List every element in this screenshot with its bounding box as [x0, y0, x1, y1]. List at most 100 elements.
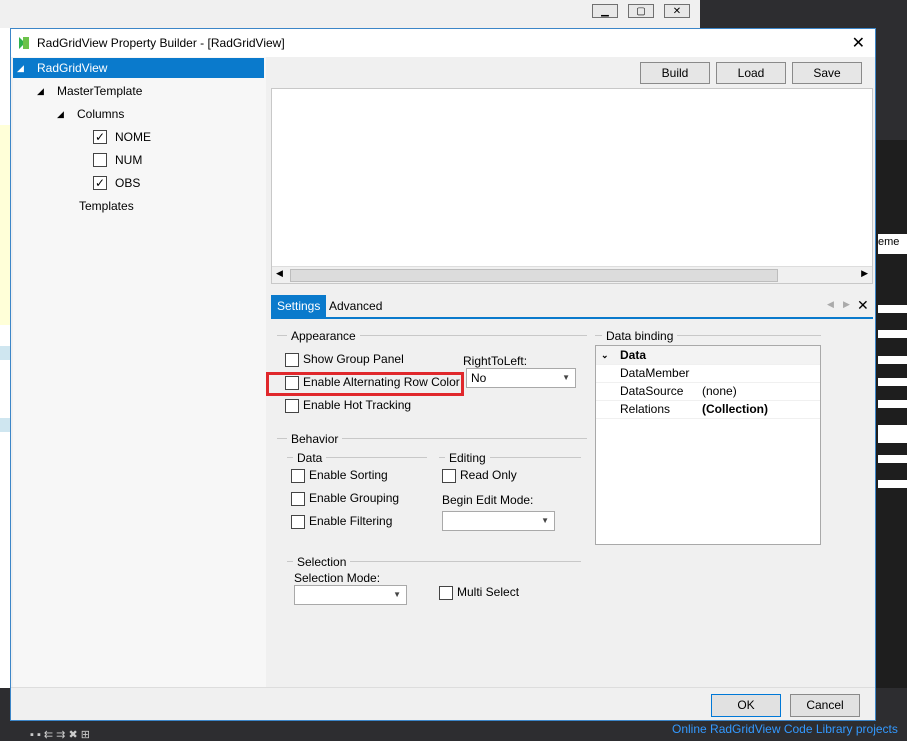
tab-advanced[interactable]: Advanced — [323, 295, 388, 317]
dropdown-arrow-icon[interactable]: ▼ — [562, 369, 570, 387]
option-label: Show Group Panel — [303, 352, 404, 366]
scroll-thumb[interactable] — [290, 269, 778, 282]
property-row-relations[interactable]: Relations (Collection) — [596, 400, 820, 419]
read-only-checkbox[interactable] — [442, 468, 456, 483]
column-checkbox[interactable]: ✓ — [93, 130, 107, 144]
property-category-data[interactable]: ⌄ Data — [596, 346, 820, 365]
rtl-label: RightToLeft: — [463, 354, 528, 368]
enable-filtering-checkbox[interactable] — [291, 514, 305, 529]
rtl-combo[interactable]: No ▼ — [466, 368, 576, 388]
tree-item-mastertemplate[interactable]: ◢ MasterTemplate — [13, 81, 264, 101]
tab-settings[interactable]: Settings — [271, 295, 327, 317]
expand-arrow-icon[interactable]: ◢ — [37, 81, 44, 101]
column-checkbox[interactable] — [93, 153, 107, 167]
property-row-datasource[interactable]: DataSource (none) — [596, 382, 820, 401]
dialog-titlebar: RadGridView Property Builder - [RadGridV… — [11, 29, 875, 57]
property-name: DataSource — [620, 384, 684, 398]
background-editor-edge — [0, 28, 10, 688]
show-group-panel-option[interactable]: Show Group Panel — [285, 352, 404, 367]
scroll-right-icon[interactable]: ▶ — [861, 268, 868, 279]
enable-grouping-option[interactable]: Enable Grouping — [291, 491, 399, 506]
enable-filtering-option[interactable]: Enable Filtering — [291, 514, 392, 529]
cancel-button[interactable]: Cancel — [790, 694, 860, 717]
telerik-logo-icon — [19, 37, 29, 49]
background-stripe — [878, 378, 907, 386]
close-icon[interactable]: ✕ — [664, 4, 690, 18]
read-only-option[interactable]: Read Only — [442, 468, 517, 483]
property-name: DataMember — [620, 366, 690, 380]
enable-grouping-checkbox[interactable] — [291, 491, 305, 506]
scroll-left-icon[interactable]: ◀ — [276, 268, 283, 279]
rtl-value: No — [471, 371, 487, 385]
load-button[interactable]: Load — [716, 62, 786, 84]
restore-icon[interactable]: ▢ — [628, 4, 654, 18]
begin-edit-mode-label: Begin Edit Mode: — [442, 493, 534, 507]
dropdown-arrow-icon[interactable]: ▼ — [541, 512, 549, 530]
tab-next-icon[interactable]: ▶ — [843, 299, 850, 310]
build-button[interactable]: Build — [640, 62, 710, 84]
data-binding-property-grid: ⌄ Data DataMember DataSource (none) Rela… — [595, 345, 821, 545]
begin-edit-mode-combo[interactable]: ▼ — [442, 511, 555, 531]
background-stripe — [878, 330, 907, 338]
property-builder-dialog: RadGridView Property Builder - [RadGridV… — [10, 28, 876, 721]
option-label: Enable Grouping — [309, 491, 400, 505]
hot-tracking-option[interactable]: Enable Hot Tracking — [285, 398, 411, 413]
background-right-panel — [875, 140, 907, 700]
ok-button[interactable]: OK — [711, 694, 781, 717]
option-label: Read Only — [460, 468, 517, 482]
option-label: Enable Filtering — [309, 514, 393, 528]
multi-select-checkbox[interactable] — [439, 585, 453, 600]
background-stripe — [878, 455, 907, 463]
tree-item-label: RadGridView — [37, 61, 108, 75]
dialog-close-icon[interactable]: ✕ — [852, 33, 865, 53]
background-highlight — [0, 125, 10, 325]
data-binding-group-title: Data binding — [602, 329, 678, 343]
save-button[interactable]: Save — [792, 62, 862, 84]
collapse-chevron-icon[interactable]: ⌄ — [601, 346, 609, 364]
expand-arrow-icon[interactable]: ◢ — [57, 104, 64, 124]
dialog-title: RadGridView Property Builder - [RadGridV… — [37, 36, 285, 50]
tree-item-columns[interactable]: ◢ Columns — [13, 104, 264, 124]
property-value[interactable]: (none) — [702, 382, 737, 400]
tab-close-icon[interactable]: ✕ — [857, 297, 869, 314]
tab-prev-icon[interactable]: ◀ — [827, 299, 834, 310]
annotation-highlight-box — [266, 372, 464, 396]
grid-preview: ◀ ▶ — [271, 88, 873, 284]
template-tree: ◢ RadGridView ◢ MasterTemplate ◢ Columns… — [13, 57, 266, 687]
option-label: Enable Hot Tracking — [303, 398, 412, 412]
enable-sorting-option[interactable]: Enable Sorting — [291, 468, 388, 483]
column-checkbox[interactable]: ✓ — [93, 176, 107, 190]
dropdown-arrow-icon[interactable]: ▼ — [393, 586, 401, 604]
selection-mode-label: Selection Mode: — [294, 571, 381, 585]
tree-item-radgridview[interactable]: ◢ RadGridView — [13, 58, 264, 78]
tree-item-label: MasterTemplate — [57, 84, 143, 98]
selection-mode-combo[interactable]: ▼ — [294, 585, 407, 605]
background-stripe — [878, 425, 907, 443]
background-stripe: eme — [878, 234, 907, 254]
editing-group-title: Editing — [445, 451, 490, 465]
tree-item-label: Templates — [79, 199, 134, 213]
background-row — [0, 346, 10, 360]
horizontal-scrollbar[interactable]: ◀ ▶ — [272, 266, 872, 283]
tree-item-label: NOME — [115, 130, 151, 144]
enable-sorting-checkbox[interactable] — [291, 468, 305, 483]
appearance-group-title: Appearance — [287, 329, 360, 343]
online-code-library-link[interactable]: Online RadGridView Code Library projects — [672, 722, 898, 736]
minimize-icon[interactable]: ▁ — [592, 4, 618, 18]
property-row-datamember[interactable]: DataMember — [596, 364, 820, 383]
tree-item-templates[interactable]: Templates — [79, 196, 134, 216]
category-label: Data — [620, 348, 647, 362]
multi-select-option[interactable]: Multi Select — [439, 585, 519, 600]
toolbar-icons: ▪ ▪ ⇇ ⇉ ✖ ⊞ — [30, 729, 90, 741]
selection-group-title: Selection — [293, 555, 351, 569]
background-window-titlebar: ▁ ▢ ✕ — [0, 0, 700, 29]
behavior-group-title: Behavior — [287, 432, 343, 446]
show-group-panel-checkbox[interactable] — [285, 352, 299, 367]
background-side-text: eme — [878, 236, 900, 248]
hot-tracking-checkbox[interactable] — [285, 398, 299, 413]
expand-arrow-icon[interactable]: ◢ — [17, 58, 24, 78]
property-value[interactable]: (Collection) — [702, 400, 768, 418]
tree-item-label: OBS — [115, 176, 141, 190]
background-stripe — [878, 400, 907, 408]
option-label: Enable Sorting — [309, 468, 388, 482]
